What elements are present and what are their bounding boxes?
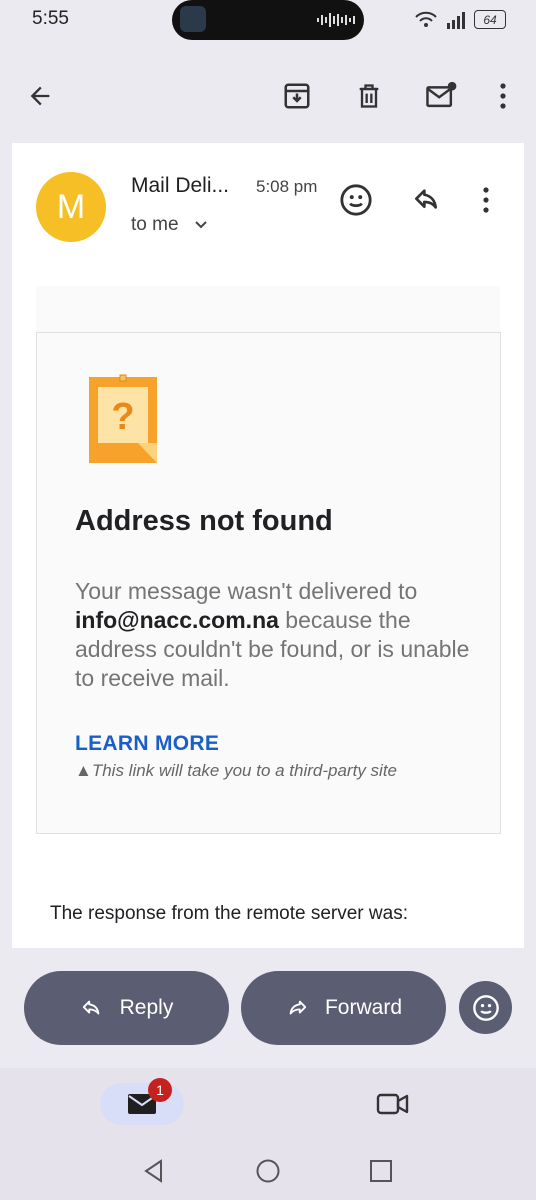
delete-button[interactable]: [351, 78, 387, 114]
remote-server-response: The response from the remote server was:: [50, 903, 408, 924]
battery-indicator: 64: [474, 10, 506, 29]
svg-text:?: ?: [111, 396, 134, 438]
system-back-icon[interactable]: [141, 1158, 167, 1184]
learn-more-link[interactable]: LEARN MORE: [75, 732, 219, 756]
forward-label: Forward: [324, 996, 403, 1019]
failed-address: info@nacc.com.na: [75, 607, 279, 633]
forward-icon: [289, 1000, 307, 1015]
status-icons: 64: [414, 8, 514, 32]
mark-unread-button[interactable]: [423, 78, 459, 114]
status-time: 5:55: [32, 8, 69, 29]
nav-meet-tab[interactable]: [376, 1090, 410, 1120]
sender-name: Mail Deli...: [131, 174, 230, 197]
email-more-button[interactable]: [482, 186, 500, 218]
recipient-label: to me: [131, 214, 179, 235]
emoji-icon: [340, 184, 372, 216]
battery-level: 64: [483, 12, 497, 27]
media-thumbnail: [180, 6, 206, 32]
reply-icon: [415, 189, 437, 209]
chevron-down-icon: [195, 221, 207, 229]
reply-button[interactable]: Reply: [24, 971, 229, 1045]
warning-icon: ▲: [75, 761, 92, 780]
warning-text: This link will take you to a third-party…: [91, 761, 397, 780]
back-button[interactable]: [22, 78, 58, 114]
trash-icon: [359, 84, 379, 108]
archive-button[interactable]: [279, 78, 315, 114]
emoji-icon: [472, 994, 499, 1021]
audio-wave-icon: [317, 13, 355, 27]
reply-icon-button[interactable]: [411, 184, 447, 220]
more-vert-icon: [483, 187, 489, 213]
wifi-icon: [415, 11, 437, 27]
question-document-icon: ?: [89, 374, 157, 463]
message-text-before: Your message wasn't delivered to: [75, 578, 418, 604]
bounce-title: Address not found: [75, 505, 333, 537]
more-options-button[interactable]: [485, 78, 521, 114]
system-recents-icon[interactable]: [369, 1159, 393, 1183]
more-vert-icon: [500, 83, 506, 109]
notice-header-strip: [36, 286, 500, 332]
emoji-reaction-button[interactable]: [459, 981, 512, 1034]
email-time: 5:08 pm: [256, 177, 318, 196]
arrow-back-icon: [30, 86, 50, 106]
reply-label: Reply: [119, 996, 174, 1019]
video-camera-icon: [376, 1093, 409, 1115]
forward-button[interactable]: Forward: [241, 971, 446, 1045]
system-home-icon[interactable]: [255, 1158, 281, 1184]
unread-count-badge: 1: [148, 1078, 172, 1102]
mail-unread-icon: [426, 81, 457, 108]
reply-icon: [82, 1000, 99, 1015]
recipient-details[interactable]: to me: [131, 214, 208, 236]
signal-icon: [447, 12, 465, 29]
archive-icon: [284, 83, 310, 109]
third-party-warning: ▲This link will take you to a third-part…: [75, 761, 397, 781]
bounce-message: Your message wasn't delivered to info@na…: [75, 577, 485, 693]
sender-avatar[interactable]: M: [36, 172, 106, 242]
react-emoji-button[interactable]: [339, 183, 375, 219]
